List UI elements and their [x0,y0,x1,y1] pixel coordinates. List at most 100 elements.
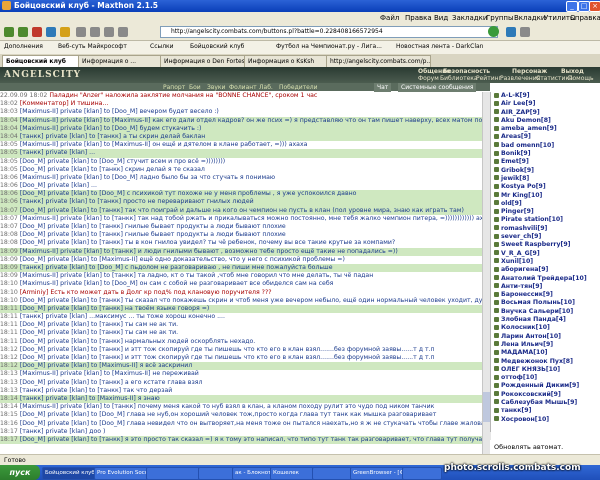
minimize-button[interactable]: _ [566,1,578,12]
chat-message[interactable]: 18:12 [Doo_M] private [klan] to [танкк] … [0,346,482,354]
clan-emblem-icon[interactable] [494,391,499,397]
chat-message[interactable]: 18:07 [Doo_M] private [klan] to [танкк] … [0,223,482,231]
chat-timestamp[interactable]: 18:07 [0,207,18,214]
user-row[interactable]: МАДАМА[10] [491,349,600,357]
taskbar-window-button[interactable] [312,467,352,480]
menu-bookmarks[interactable]: Закладки [452,14,487,22]
taskbar-window-button[interactable]: GreenBrowser - [Фор... [350,467,404,480]
clan-emblem-icon[interactable] [494,291,499,297]
tab-combats[interactable]: Бойцовский клуб [2,55,79,67]
chat-timestamp[interactable]: 18:05 [0,166,18,173]
user-nick[interactable]: Air Lee[9] [501,100,535,107]
chat-timestamp[interactable]: 18:11 [0,313,18,320]
chat-timestamp[interactable]: 18:09 [0,256,18,263]
bookmark-item[interactable]: Ссылки [150,43,174,50]
menu-file[interactable]: Файл [380,14,399,22]
chat-message[interactable]: 18:13 [Doo_M] private [klan] to [танкк] … [0,379,482,387]
user-row[interactable]: bad omenn[10] [491,142,600,150]
chat-message[interactable]: 18:10 [Arminiy] Есть кто может дать в До… [0,289,482,297]
chat-message[interactable]: 18:06 [Doo_M] private [klan] ... [0,182,482,190]
chat-message[interactable]: 18:08 [Doo_M] private [klan] to [танкк] … [0,231,482,239]
chat-timestamp[interactable]: 18:15 [0,411,18,418]
chat-message[interactable]: 18:16 [Doo_M] private [klan] to [Doo_M] … [0,420,482,428]
user-row[interactable]: Aku Demon[8] [491,117,600,125]
user-row[interactable]: Рококсовский[9] [491,391,600,399]
chat-timestamp[interactable]: 18:09 [0,248,18,255]
chat-message[interactable]: 18:05 [Doo_M] private [klan] to [танкк] … [0,166,482,174]
chat-timestamp[interactable]: 18:06 [0,182,18,189]
nav-fun[interactable]: Развлечения [500,75,540,82]
clan-emblem-icon[interactable] [494,316,499,322]
clan-emblem-icon[interactable] [494,183,499,189]
chat-message[interactable]: 18:11 [Doo_M] private [klan] to [танкк] … [0,321,482,329]
user-row[interactable]: sever_ch[9] [491,233,600,241]
chat-message[interactable]: 18:14 [танкк] private [klan] to [Maximus… [0,394,482,404]
menu-tabs[interactable]: Вкладки [514,14,545,22]
chat-message[interactable]: 18:17 [танкк] private [klan] доо ) [0,428,482,436]
menu-help[interactable]: Справка [570,14,600,22]
user-nick[interactable]: Злобная Панда[4] [501,316,566,323]
chat-message[interactable]: 18:04 [танкк] private [klan] to [танкк] … [0,132,482,142]
user-row[interactable]: Внучка Сальери[10] [491,308,600,316]
nav-rating[interactable]: Рейтинг [476,75,502,82]
chat-message[interactable]: 18:11 [Doo_M] private [klan] to [танкк] … [0,338,482,346]
user-row[interactable]: оттоф[10] [491,374,600,382]
user-nick[interactable]: Анатолий Трейдера[10] [501,275,587,282]
user-row[interactable]: Баронессик[9] [491,291,600,299]
taskbar-window-button[interactable] [146,467,200,480]
mail-icon[interactable] [118,27,128,37]
user-nick[interactable]: Внучка Сальери[10] [501,308,573,315]
user-nick[interactable]: Саблезубая Мышь[9] [501,399,577,406]
nav-security[interactable]: Безопасность [443,68,490,75]
go-icon[interactable] [488,26,499,37]
subtab-lab[interactable]: Лаб. [256,83,276,92]
clan-emblem-icon[interactable] [494,192,499,198]
chat-message[interactable]: 18:09 [Doo_M] private [klan] to [Maximus… [0,256,482,264]
clan-emblem-icon[interactable] [494,216,499,222]
chat-message[interactable]: 18:09 [танкк] private [klan] to [Doo_M] … [0,263,482,273]
subtab-winners[interactable]: Победители [276,83,321,92]
menu-edit[interactable]: Правка [405,14,432,22]
clan-emblem-icon[interactable] [494,407,499,413]
user-nick[interactable]: old[9] [501,200,522,207]
taskbar-window-button[interactable]: Кошелек [270,467,314,480]
user-nick[interactable]: Хосровон[10] [501,416,549,423]
clan-emblem-icon[interactable] [494,333,499,339]
chat-timestamp[interactable]: 18:04 [0,125,18,132]
user-nick[interactable]: Aku Demon[8] [501,117,551,124]
chat-message[interactable]: 18:06 [Doo_M] private [klan] to [Doo_M] … [0,190,482,199]
chat-message[interactable]: 18:02 [Комментатор] И тишина... [0,100,482,108]
user-nick[interactable]: ОЛЕГ КНЯЗЬ[10] [501,366,560,373]
taskbar-window-button[interactable]: ак - Блокнот [232,467,272,480]
chat-message[interactable]: 18:17 [Doo_M] private [klan] to [танкк] … [0,435,482,445]
clan-emblem-icon[interactable] [494,324,499,330]
chat-message[interactable]: 18:04 [Maximus-II] private [klan] to [Ma… [0,116,482,125]
chat-timestamp[interactable]: 18:10 [0,297,18,304]
chat-message[interactable]: 18:13 [Maximus-II] private [klan] to [Ma… [0,370,482,378]
chat-timestamp[interactable]: 18:11 [0,338,18,345]
nav-library[interactable]: Библиотека [440,75,478,82]
chat-message[interactable]: 18:04 [Maximus-II] private [klan] to [Do… [0,124,482,133]
clan-emblem-icon[interactable] [494,233,499,239]
clan-emblem-icon[interactable] [494,208,499,214]
chat-timestamp[interactable]: 18:06 [0,174,18,181]
tab-chat[interactable]: Чат [374,83,392,92]
user-row[interactable]: Анти-тян[9] [491,283,600,291]
chat-timestamp[interactable]: 22.09.09 18:02 [0,92,47,99]
chat-timestamp[interactable]: 18:09 [0,264,18,271]
window-titlebar[interactable]: Бойцовский клуб - Maxthon 2.1.5 _ □ × [0,0,600,12]
user-nick[interactable]: Восьмая Полынь[10] [501,299,575,306]
user-nick[interactable]: Ларин Антон[10] [501,333,561,340]
bookmark-item[interactable]: Дополнения [4,43,43,50]
clan-emblem-icon[interactable] [494,167,499,173]
chat-timestamp[interactable]: 18:07 [0,223,18,230]
start-button[interactable]: пуск [0,465,40,480]
nav-exit[interactable]: Выход [561,68,584,75]
user-row[interactable]: jewik[8] [491,175,600,183]
user-row[interactable]: romashvili[9] [491,225,600,233]
chat-message[interactable]: 18:06 [Maximus-II] private [klan] to [Do… [0,174,482,182]
chat-message[interactable]: 18:07 [Doo_M] private [klan] to [танкк] … [0,206,482,215]
clan-emblem-icon[interactable] [494,283,499,289]
clan-emblem-icon[interactable] [494,366,499,372]
taskbar-window-button[interactable] [198,467,234,480]
